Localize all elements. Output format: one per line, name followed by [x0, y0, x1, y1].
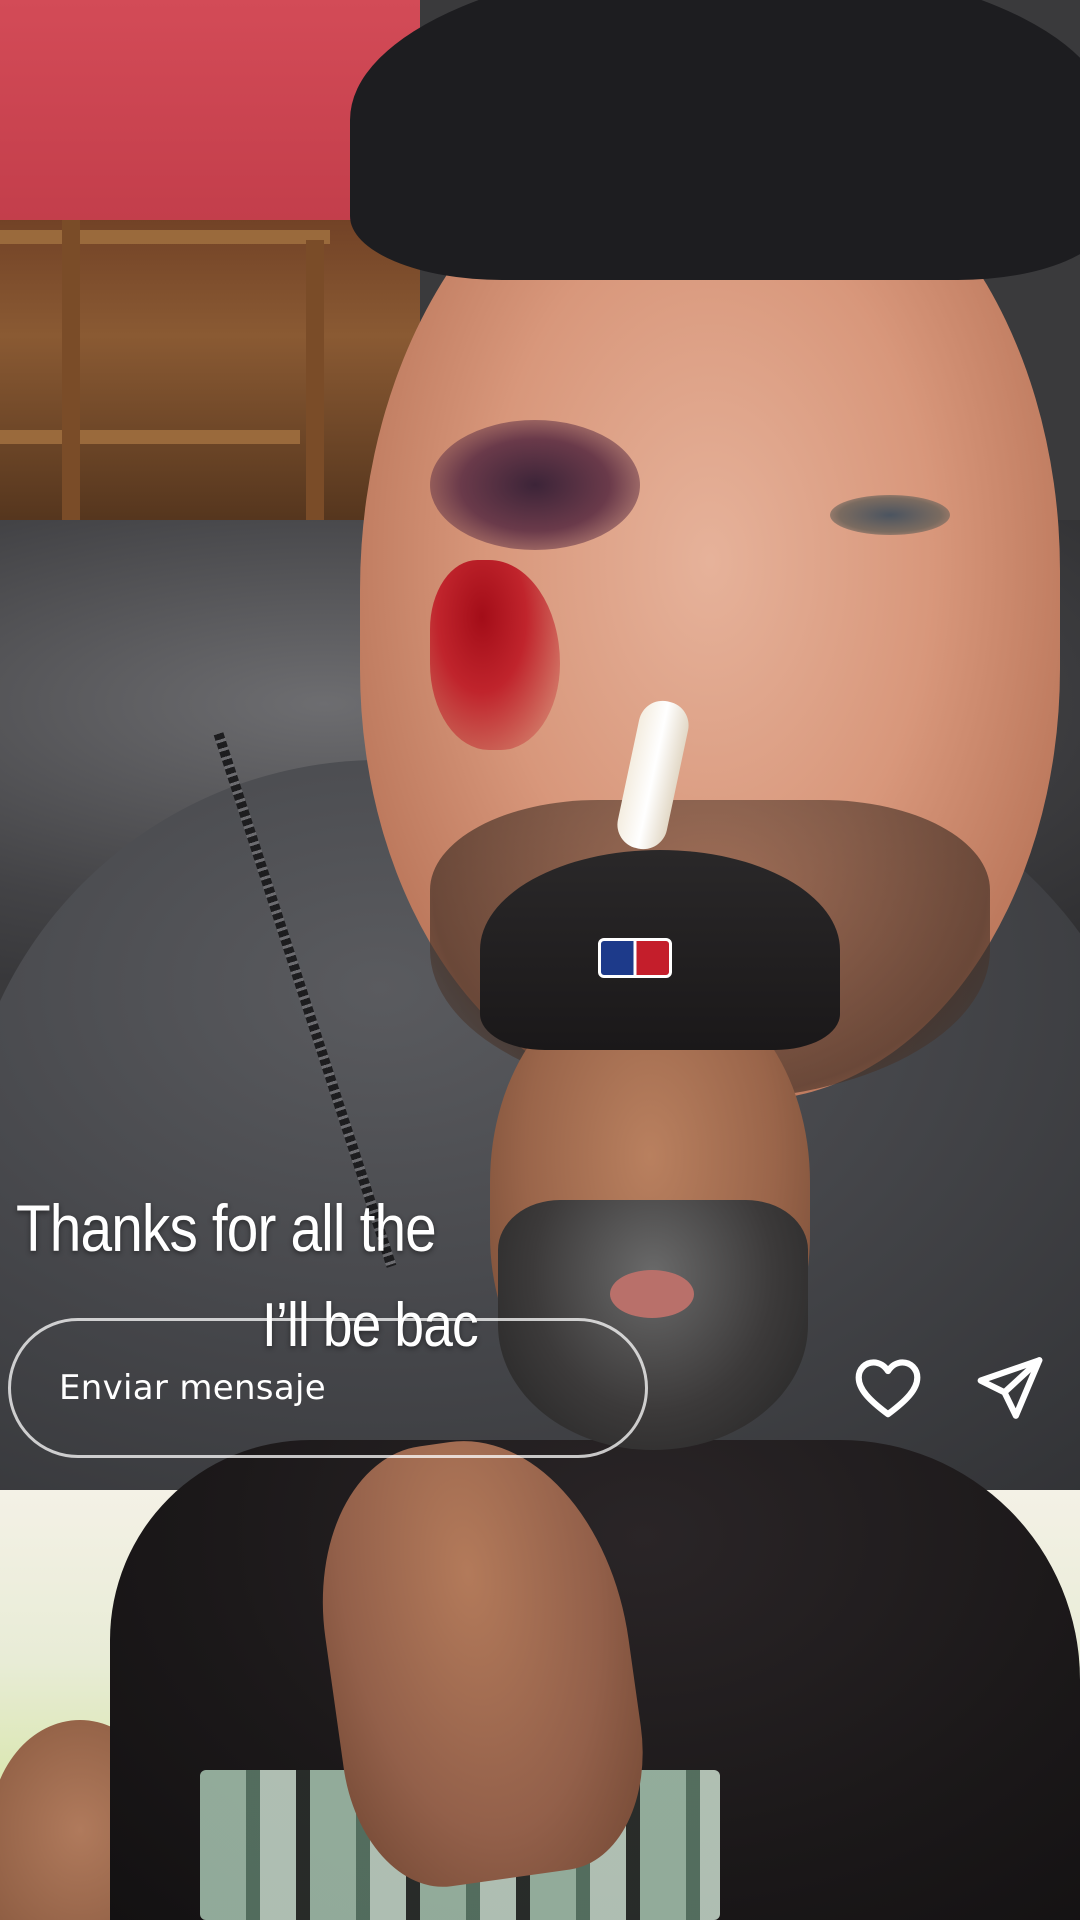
reply-bar: Enviar mensaje — [0, 1310, 1080, 1480]
message-placeholder: Enviar mensaje — [59, 1368, 326, 1408]
cap-logo — [598, 938, 672, 978]
black-cap — [350, 0, 1080, 280]
locker-post — [62, 220, 80, 520]
paper-plane-icon — [973, 1351, 1047, 1429]
right-eye — [830, 495, 950, 535]
locker-shelf — [0, 230, 330, 244]
story-viewer: Thanks for all the I’ll be bac Enviar me… — [0, 0, 1080, 1920]
like-button[interactable] — [848, 1350, 928, 1430]
message-input[interactable]: Enviar mensaje — [8, 1318, 648, 1458]
locker-shelf — [0, 430, 300, 444]
locker-post — [306, 240, 324, 530]
eye-bruise — [430, 420, 640, 550]
caption-line-1: Thanks for all the — [16, 1191, 437, 1265]
heart-icon — [851, 1351, 925, 1429]
share-button[interactable] — [970, 1350, 1050, 1430]
